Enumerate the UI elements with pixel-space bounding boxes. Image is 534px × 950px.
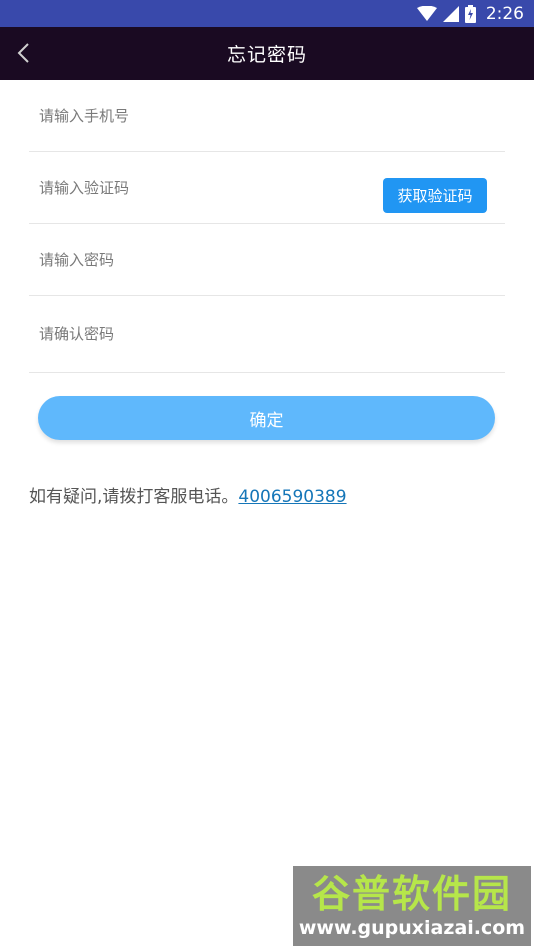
battery-icon	[464, 4, 476, 23]
watermark-url: www.gupuxiazai.com	[298, 917, 526, 939]
wifi-icon	[416, 5, 437, 22]
watermark-title: 谷普软件园	[311, 872, 512, 916]
password-input[interactable]	[29, 224, 505, 295]
code-row: 获取验证码	[29, 152, 505, 224]
help-text: 如有疑问,请拨打客服电话。4006590389	[29, 482, 347, 507]
help-message: 如有疑问,请拨打客服电话。	[29, 487, 239, 507]
confirm-password-row	[29, 296, 505, 373]
get-code-button[interactable]: 获取验证码	[383, 178, 487, 213]
watermark: 谷普软件园 www.gupuxiazai.com	[293, 866, 531, 946]
phone-row	[29, 80, 505, 152]
confirm-password-input[interactable]	[29, 296, 505, 372]
service-phone-link[interactable]: 4006590389	[238, 487, 346, 507]
app-bar: 忘记密码	[0, 27, 534, 80]
verification-code-input[interactable]	[29, 152, 359, 223]
chevron-left-icon	[17, 43, 29, 63]
phone-input[interactable]	[29, 80, 505, 151]
status-time: 2:26	[485, 3, 524, 24]
page-title: 忘记密码	[226, 44, 307, 66]
back-button[interactable]	[8, 38, 38, 68]
signal-icon	[442, 5, 459, 22]
status-bar: 2:26	[0, 0, 534, 27]
password-row	[29, 224, 505, 296]
forgot-password-form: 获取验证码	[29, 80, 505, 373]
submit-button[interactable]: 确定	[38, 396, 495, 440]
